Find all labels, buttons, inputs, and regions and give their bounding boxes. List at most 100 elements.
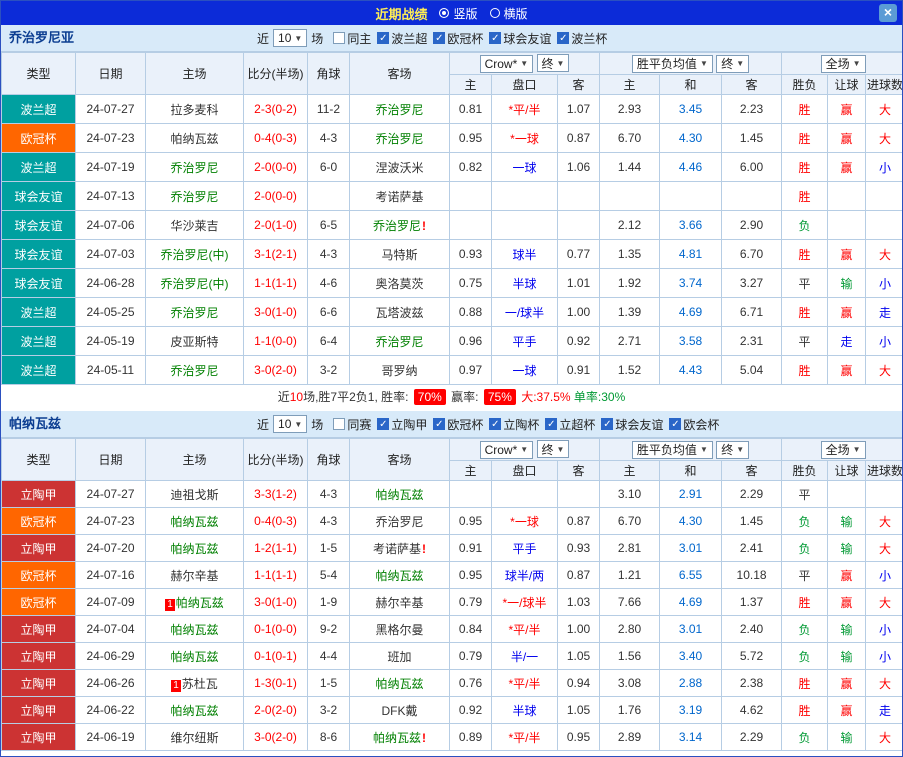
summary-text: 大:37.5% [517, 390, 574, 404]
avg-away: 5.72 [721, 642, 783, 670]
rank-badge: 1 [171, 679, 181, 692]
team-name-text: 班加 [387, 649, 412, 664]
away-team: 马特斯 [349, 239, 450, 269]
odds-company-dropdown[interactable]: Crow* ▼ [479, 54, 534, 73]
radio-horizontal-label: 横版 [503, 6, 528, 21]
checkbox-checked-icon[interactable]: ✓ [601, 418, 614, 430]
match-count-dropdown[interactable]: 10 ▼ [273, 29, 308, 47]
filter-checkbox[interactable]: 同赛 [333, 416, 371, 433]
wdl-avg-dropdown[interactable]: 胜平负均值 ▼ [631, 54, 713, 73]
avg-home: 2.12 [599, 210, 661, 240]
match-row: 欧冠杯 24-07-23 帕纳瓦兹 0-4(0-3) 4-3 乔治罗尼 0.95 *一球 0.8… [1, 507, 902, 535]
team-name-text: 乔治罗尼 [375, 131, 424, 146]
match-score: 2-0(0-0) [243, 181, 308, 211]
period-dropdown[interactable]: 全场 ▼ [820, 54, 866, 73]
close-button[interactable]: × [879, 4, 897, 22]
checkbox-checked-icon[interactable]: ✓ [433, 418, 446, 430]
result-handicap: 赢 [827, 239, 867, 269]
league-badge: 立陶甲 [1, 615, 76, 643]
odds-company-dropdown[interactable]: Crow* ▼ [479, 440, 534, 459]
wdl-time-dropdown[interactable]: 终 ▼ [716, 440, 750, 459]
away-team: 乔治罗尼! [349, 210, 450, 240]
checkbox-checked-icon[interactable]: ✓ [377, 418, 390, 430]
avg-draw: 3.01 [659, 534, 723, 562]
layout-horizontal-radio[interactable]: 横版 [489, 5, 528, 22]
away-team: 帕纳瓦兹 [349, 669, 450, 697]
odds-home: 0.79 [449, 588, 492, 616]
filter-checkbox-label: 同赛 [347, 417, 372, 432]
result-handicap [827, 480, 867, 508]
filter-checkbox[interactable]: ✓ 欧会杯 [669, 416, 719, 433]
corner-score: 4-3 [307, 507, 350, 535]
wdl-avg-dropdown[interactable]: 胜平负均值 ▼ [631, 440, 713, 459]
column-header-handicap: 盘口 [491, 460, 558, 481]
odds-away: 1.05 [556, 696, 601, 724]
avg-draw: 4.46 [659, 152, 723, 182]
filter-checkbox-label: 欧冠杯 [447, 417, 484, 432]
away-team: 瓦塔波兹 [349, 297, 450, 327]
odds-time-dropdown[interactable]: 终 ▼ [536, 440, 570, 459]
filter-checkbox[interactable]: ✓ 欧冠杯 [433, 416, 483, 433]
filter-checkbox[interactable]: ✓ 立陶甲 [377, 416, 427, 433]
checkbox-checked-icon[interactable]: ✓ [557, 32, 570, 44]
result-handicap [827, 181, 867, 211]
away-team: DFK戴 [349, 696, 450, 724]
match-score: 1-1(1-1) [243, 268, 308, 298]
layout-vertical-radio[interactable]: 竖版 [439, 5, 478, 22]
league-badge: 波兰超 [1, 326, 76, 356]
odds-away [556, 480, 601, 508]
filter-checkbox[interactable]: ✓ 欧冠杯 [433, 30, 483, 47]
checkbox-checked-icon[interactable]: ✓ [669, 418, 682, 430]
team-name-text: 涅波沃米 [375, 160, 424, 175]
away-team: 哥罗纳 [349, 355, 450, 385]
filter-checkbox[interactable]: ✓ 立陶杯 [489, 416, 539, 433]
result-handicap: 赢 [827, 152, 867, 182]
odds-home [449, 210, 492, 240]
summary-bar: 近10场,胜7平2负1, 胜率: 70% 赢率: 75% 大:37.5% 单率:… [1, 385, 902, 411]
checkbox-checked-icon[interactable]: ✓ [489, 32, 502, 44]
avg-draw: 4.43 [659, 355, 723, 385]
filter-checkbox[interactable]: 同主 [333, 30, 371, 47]
match-row: 波兰超 24-05-11 乔治罗尼 3-0(2-0) 3-2 哥罗纳 0.97 一球 0.91 1… [1, 355, 902, 385]
checkbox-unchecked-icon[interactable] [333, 32, 346, 44]
checkbox-unchecked-icon[interactable] [333, 418, 346, 430]
checkbox-checked-icon[interactable]: ✓ [489, 418, 502, 430]
team-name-text: 帕纳瓦兹 [170, 131, 219, 146]
filter-checkbox[interactable]: ✓ 球会友谊 [601, 416, 663, 433]
match-date: 24-06-22 [75, 696, 146, 724]
odds-away: 0.92 [556, 326, 601, 356]
filter-checkbox[interactable]: ✓ 球会友谊 [489, 30, 551, 47]
filter-checkbox[interactable]: ✓ 波兰杯 [557, 30, 607, 47]
away-team: 乔治罗尼 [349, 507, 450, 535]
home-team: 乔治罗尼(中) [145, 239, 244, 269]
column-header-avg-home: 主 [599, 460, 661, 481]
checkbox-checked-icon[interactable]: ✓ [377, 32, 390, 44]
odds-away: 0.93 [556, 534, 601, 562]
filter-bar: 近 10 ▼ 场 同主 ✓ 波兰超 ✓ 欧冠杯 ✓ 球会友谊 ✓ 波兰杯 [257, 25, 613, 51]
home-team: 1 苏杜瓦 [145, 669, 244, 697]
result-handicap [827, 210, 867, 240]
result-goals: 大 [865, 355, 902, 385]
match-date: 24-07-27 [75, 94, 146, 124]
wdl-time-dropdown[interactable]: 终 ▼ [716, 54, 750, 73]
filter-checkbox[interactable]: ✓ 波兰超 [377, 30, 427, 47]
period-dropdown[interactable]: 全场 ▼ [820, 440, 866, 459]
odds-time-dropdown[interactable]: 终 ▼ [536, 54, 570, 73]
away-team: 涅波沃米 [349, 152, 450, 182]
team-name-text: 维尔纽斯 [170, 730, 219, 745]
checkbox-checked-icon[interactable]: ✓ [433, 32, 446, 44]
result-handicap: 输 [827, 642, 867, 670]
chevron-down-icon: ▼ [294, 33, 303, 43]
result-goals [865, 480, 902, 508]
match-row: 波兰超 24-07-27 拉多麦科 2-3(0-2) 11-2 乔治罗尼 0.81 *平/半 1… [1, 94, 902, 124]
radio-selected-icon[interactable] [439, 8, 450, 18]
radio-unselected-icon[interactable] [489, 8, 500, 18]
home-team: 帕纳瓦兹 [145, 123, 244, 153]
avg-home: 1.39 [599, 297, 661, 327]
avg-draw: 3.45 [659, 94, 723, 124]
checkbox-checked-icon[interactable]: ✓ [545, 418, 558, 430]
filter-checkbox[interactable]: ✓ 立超杯 [545, 416, 595, 433]
handicap: 半/一 [491, 642, 558, 670]
odds-away: 1.01 [556, 268, 601, 298]
match-count-dropdown[interactable]: 10 ▼ [273, 415, 308, 433]
